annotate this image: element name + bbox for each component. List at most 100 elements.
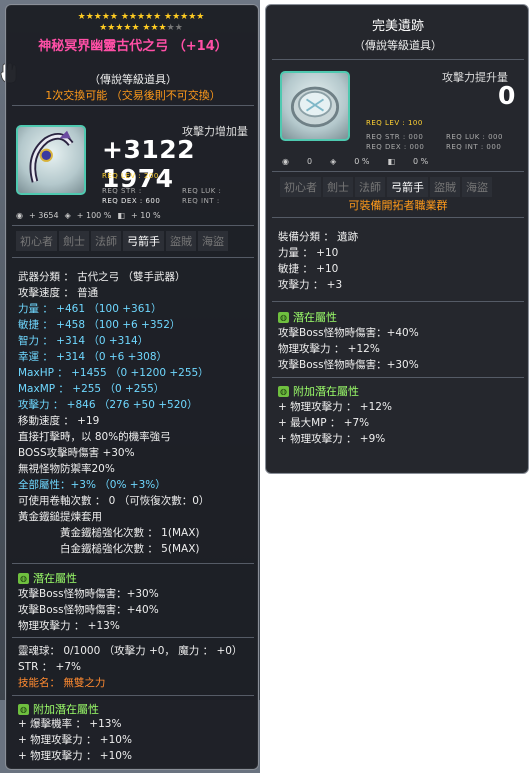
stat-line: 幸運 ： +314 （0 +6 +308） [18,351,168,363]
trade-info: 1次交換可能 （交易後則不可交換） [45,89,221,102]
job-warrior: 劍士 [59,231,89,251]
job-list: 初心者 劍士 法師 弓箭手 盜賊 海盜 [280,177,492,197]
stat-line: 移動速度 ： +19 [18,415,100,427]
req-int: REQ INT : 000 [446,143,502,151]
divider [12,257,254,258]
stat-line: 裝備分類 ： 遺跡 [278,231,359,243]
job-pirate: 海盜 [198,231,228,251]
stat-icon: ◈ [330,157,337,166]
divider [272,217,524,218]
additional-potential-line: + 物理攻擊力 ： +10% [18,750,132,762]
req-str: REQ STR : 000 [366,133,424,141]
req-luk: REQ LUK : [182,187,222,195]
stat-line: BOSS攻擊時傷害 +30% [18,447,135,459]
additional-potential-title: ◍ 附加潛在屬性 [18,703,99,716]
potential-line: 物理攻擊力 ： +13% [18,620,120,632]
item-name: 神秘冥界幽靈古代之弓 （+14） [38,39,228,54]
req-lev: REQ LEV : 100 [366,119,423,127]
atk-increase-value: 0 [498,81,516,110]
additional-potential-line: + 物理攻擊力 ： +12% [278,401,392,413]
req-int: REQ INT : [182,197,220,205]
job-pirate: 海盜 [462,177,492,197]
icon-stat-row: ◉ + 3654 ◈ + 100 % ◧ + 10 % [16,211,161,220]
stat-icon: ◧ [117,211,125,220]
stat-line: 直接打擊時，以 80%的機率強弓 [18,431,171,443]
icon-stat-row: ◉ 0 ◈ 0 % ◧ 0 % [282,157,429,166]
stat-icon: ◧ [387,157,396,166]
additional-potential-line: + 最大MP ： +7% [278,417,370,429]
divider [12,637,254,638]
stat-line: MaxMP ： +255 （0 +255） [18,383,165,395]
skill-name: 技能名： 無雙之力 [18,677,106,689]
stat-line: 黃金鐵槌強化次數 ： 1(MAX) [60,527,200,539]
stat-line: 敏捷 ： +10 [278,263,339,275]
divider [12,695,254,696]
soul-stat: STR ： +7% [18,661,82,673]
item-icon-box [280,71,350,141]
divider [12,225,254,226]
job-beginner: 初心者 [16,231,57,251]
additional-potential-icon: ◍ [18,703,29,715]
item-tooltip-emblem: 完美遺跡 （傳說等級道具） 攻擊力提升量 0 REQ LEV : 100 REQ… [265,4,529,474]
req-lev: REQ LEV : 200 [102,172,159,180]
job-magician: 法師 [355,177,385,197]
potential-section-title: ◍ 潛在屬性 [18,572,77,585]
stat-line: 黃金鐵鎚提煉套用 [18,511,102,523]
stat-line: 敏捷 ： +458 （100 +6 +352） [18,319,181,331]
stat-line: 智力 ： +314 （0 +314） [18,335,149,347]
job-magician: 法師 [91,231,121,251]
soul-info: 靈魂球： 0/1000 （攻擊力 +0， 魔力 ： +0） [18,645,243,657]
req-dex: REQ DEX : 600 [102,197,161,205]
req-str: REQ STR : [102,187,142,195]
potential-line: 攻擊Boss怪物時傷害：+40% [18,604,159,616]
stat-line: 攻擊力 ： +846 （276 +50 +520） [18,399,198,411]
divider [12,105,254,106]
emblem-icon [290,86,340,128]
additional-potential-line: + 物理攻擊力 ： +9% [278,433,386,445]
stat-line: 力量 ： +461 （100 +361） [18,303,162,315]
potential-icon: ◍ [278,311,289,323]
stat-line: 可使用卷軸次數 ： 0 （可恢復次數：0） [18,495,210,507]
divider [272,59,524,60]
item-icon-box [16,125,86,195]
job-requirement-note: 可裝備開拓者職業群 [348,199,448,212]
req-luk: REQ LUK : 000 [446,133,503,141]
divider [272,301,524,302]
divider [272,377,524,378]
stat-line: 力量 ： +10 [278,247,339,259]
stat-icon: ◉ [282,157,289,166]
potential-line: 攻擊Boss怪物時傷害：+30% [278,359,419,371]
stat-line: 白金鐵槌強化次數 ： 5(MAX) [60,543,200,555]
potential-line: 攻擊Boss怪物時傷害：+40% [278,327,419,339]
job-warrior: 劍士 [323,177,353,197]
divider [272,171,524,172]
item-grade: （傳說等級道具） [354,39,442,52]
bow-icon [29,130,74,183]
stat-icon: ◉ [16,211,23,220]
req-dex: REQ DEX : 000 [366,143,425,151]
item-tooltip-bow: ★★★★★ ★★★★★ ★★★★★ ★★★★★ ★★★★★ 神秘冥界幽靈古代之弓… [5,4,259,770]
stat-icon: ◈ [64,211,71,220]
additional-potential-line: + 爆擊機率 ： +13% [18,718,122,730]
additional-potential-title: ◍ 附加潛在屬性 [278,385,359,398]
job-thief: 盜賊 [430,177,460,197]
star-force-rating: ★★★★★ ★★★★★ ★★★★★ ★★★★★ ★★★★★ [77,12,205,33]
stat-line: 攻擊力 ： +3 [278,279,343,291]
job-beginner: 初心者 [280,177,321,197]
stat-line: 攻擊速度 ： 普通 [18,287,99,299]
item-name: 完美遺跡 [371,19,424,34]
atk-increase-value: +3122 1974 [102,135,196,193]
potential-icon: ◍ [18,572,29,584]
job-thief: 盜賊 [166,231,196,251]
stat-line: 武器分類 ： 古代之弓 （雙手武器） [18,271,186,283]
item-grade: （傳說等級道具） [89,73,177,86]
potential-line: 攻擊Boss怪物時傷害：+30% [18,588,159,600]
divider [12,563,254,564]
additional-potential-icon: ◍ [278,385,289,397]
potential-line: 物理攻擊力 ： +12% [278,343,380,355]
job-bowman: 弓箭手 [387,177,428,197]
potential-section-title: ◍ 潛在屬性 [278,311,337,324]
additional-potential-line: + 物理攻擊力 ： +10% [18,734,132,746]
job-list: 初心者 劍士 法師 弓箭手 盜賊 海盜 [16,231,228,251]
stat-line: MaxHP ： +1455 （0 +1200 +255） [18,367,209,379]
